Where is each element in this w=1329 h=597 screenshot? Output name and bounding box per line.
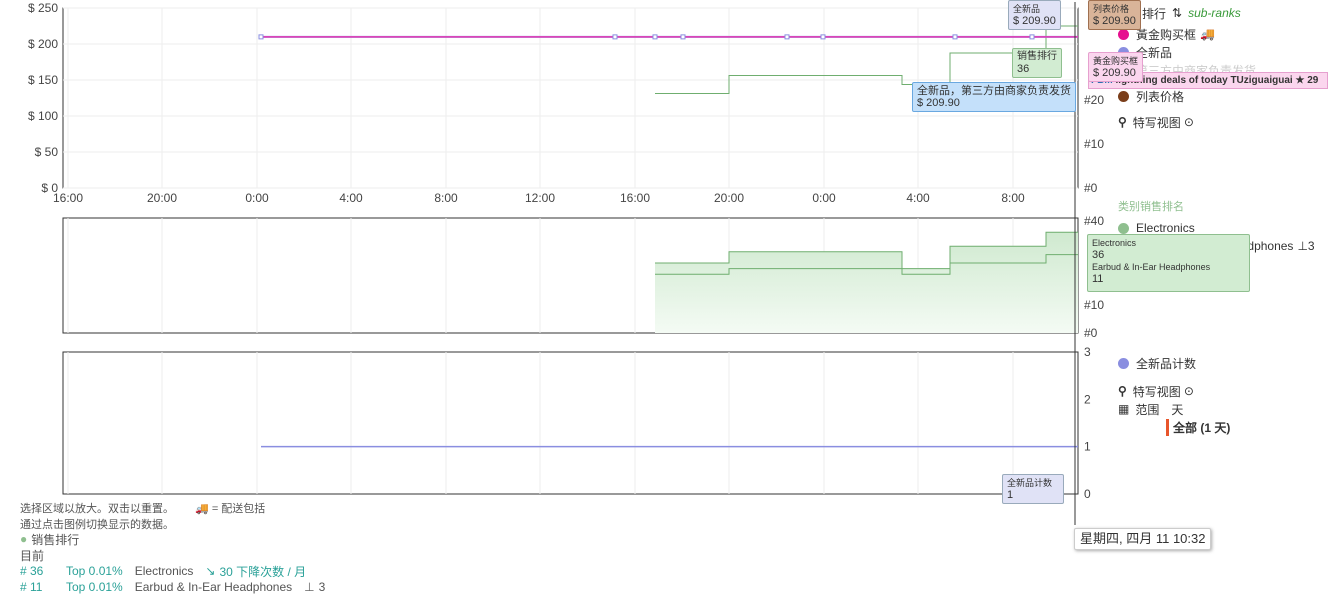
banner-text: lightning deals of today TUziguaiguai ★ …	[1115, 75, 1319, 86]
x-tick-label: 16:00	[620, 191, 650, 205]
legend-bottom: 全新品计数 ⚲ 特写视图 ⊙ ▦ 范围天 全部 (1 天)	[1118, 354, 1230, 436]
date-tooltip: 星期四, 四月 11 10:32	[1074, 528, 1212, 550]
x-tick-label: 4:00	[906, 191, 930, 205]
sitemap-icon: ⊥	[1297, 239, 1308, 253]
toggle-icon: ⊙	[1183, 115, 1194, 129]
right-tick-label: 3	[1084, 345, 1091, 359]
y-tick-label: $ 0	[41, 181, 58, 195]
tooltip-new: 全新品 $ 209.90	[1008, 0, 1061, 30]
hint-text: 选择区域以放大。双击以重置。 🚚 = 配送包括 通过点击图例切换显示的数据。	[20, 503, 266, 531]
rank-row: # 36 Top 0.01% Electronics ↘ 30 下降次数 / 月	[20, 564, 307, 579]
tooltip-rank: 销售排行 36	[1012, 48, 1062, 78]
x-tick-label: 12:00	[525, 191, 555, 205]
y-tick-label: $ 250	[28, 1, 58, 15]
y-tick-label: $ 50	[35, 145, 59, 159]
category-link[interactable]: Earbud & In-Ear Headphones	[135, 580, 292, 594]
search-icon: ⚲	[1118, 384, 1127, 398]
trend-down-icon: ↘	[205, 564, 216, 578]
legend-item-newcount[interactable]: 全新品计数	[1118, 354, 1230, 372]
right-tick-label: #0	[1084, 326, 1098, 340]
legend-category-title: 类别销售排名	[1118, 201, 1184, 213]
price-point	[652, 34, 658, 40]
y-tick-label: $ 100	[28, 109, 58, 123]
x-tick-label: 0:00	[245, 191, 269, 205]
subranks-link[interactable]: sub-ranks	[1188, 6, 1241, 20]
search-icon: ⚲	[1118, 115, 1127, 129]
legend-dot	[1118, 357, 1129, 369]
y-tick-label: $ 200	[28, 37, 58, 51]
tooltip-third: 全新品，第三方由商家负责发货 $ 209.90	[912, 82, 1076, 112]
x-tick-label: 20:00	[714, 191, 744, 205]
x-tick-label: 8:00	[1001, 191, 1025, 205]
x-tick-label: 8:00	[434, 191, 458, 205]
x-tick-label: 4:00	[339, 191, 363, 205]
zoom-view-toggle[interactable]: ⚲ 特写视图 ⊙	[1118, 113, 1256, 131]
right-tick-label: #40	[1084, 214, 1104, 228]
tooltip-category: Electronics 36 Earbud & In-Ear Headphones…	[1087, 234, 1250, 292]
price-point	[258, 34, 264, 40]
tooltip-newcount: 全新品计数 1	[1002, 474, 1064, 504]
right-tick-label: #10	[1084, 298, 1104, 312]
legend-dot	[1118, 90, 1129, 102]
legend-item-list[interactable]: 列表价格	[1118, 87, 1256, 105]
rank-summary: ● 销售排行 目前 # 36 Top 0.01% Electronics ↘ 30…	[20, 532, 326, 594]
price-point	[784, 34, 790, 40]
y-tick-label: $ 150	[28, 73, 58, 87]
zoom-view-toggle-2[interactable]: ⚲ 特写视图 ⊙	[1118, 382, 1230, 400]
range-selector: ▦ 范围天	[1118, 401, 1184, 418]
right-tick-label: #10	[1084, 137, 1104, 151]
right-tick-label: #0	[1084, 181, 1098, 195]
category-link[interactable]: Electronics	[135, 564, 194, 578]
x-tick-label: 0:00	[812, 191, 836, 205]
legend-dot	[1118, 28, 1129, 40]
rank-dot: ●	[20, 532, 28, 546]
x-tick-label: 20:00	[147, 191, 177, 205]
truck-icon: 🚚	[195, 503, 209, 515]
count-panel-frame	[62, 351, 1079, 495]
price-point	[820, 34, 826, 40]
toggle-icon: ⊙	[1183, 384, 1194, 398]
sort-icon[interactable]: ⇅	[1172, 6, 1182, 20]
sitemap-icon: ⊥	[304, 580, 315, 594]
legend-dot	[1118, 222, 1129, 234]
price-point	[680, 34, 686, 40]
range-all-option[interactable]: 全部 (1 天)	[1118, 418, 1230, 436]
price-point	[952, 34, 958, 40]
tooltip-list: 列表价格 $ 209.90	[1088, 0, 1141, 30]
right-tick-label: #20	[1084, 93, 1104, 107]
price-point	[612, 34, 618, 40]
right-tick-label: 1	[1084, 440, 1091, 454]
tooltip-buybox: 黃金购买框 $ 209.90	[1088, 52, 1144, 82]
right-tick-label: 0	[1084, 487, 1091, 501]
calendar-icon: ▦	[1118, 402, 1130, 416]
range-day-option[interactable]: 天	[1171, 401, 1183, 418]
truck-icon: 🚚	[1200, 27, 1215, 41]
current-label: 目前	[20, 548, 45, 563]
price-point	[1029, 34, 1035, 40]
rank-row: # 11 Top 0.01% Earbud & In-Ear Headphone…	[20, 580, 326, 594]
right-tick-label: 2	[1084, 392, 1091, 406]
